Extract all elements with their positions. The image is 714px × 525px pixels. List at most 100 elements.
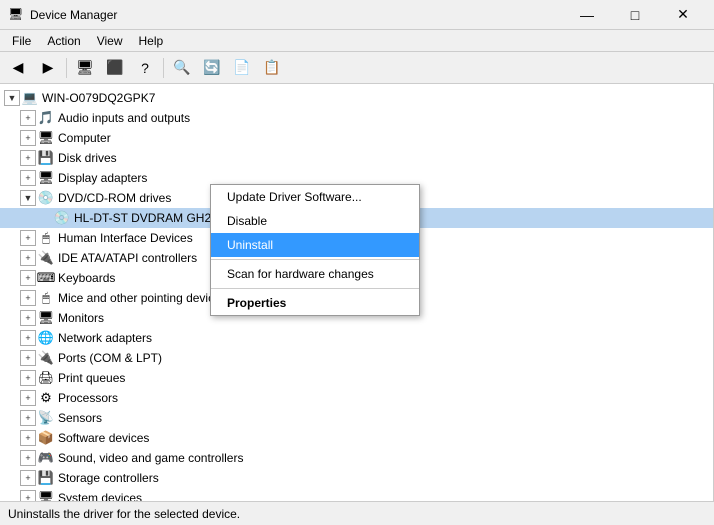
tree-icon-mice: 🖱 <box>38 290 54 306</box>
tree-icon-ports: 🔌 <box>38 350 54 366</box>
ctx-separator-sep1 <box>211 259 419 260</box>
tree-item-sensors[interactable]: +📡Sensors <box>0 408 713 428</box>
tree-item-root[interactable]: ▼💻 WIN-O079DQ2GPK7 <box>0 88 713 108</box>
toolbar-search[interactable]: 🔍 <box>168 55 196 81</box>
toolbar-back[interactable]: ◀ <box>4 55 32 81</box>
ctx-item-update[interactable]: Update Driver Software... <box>211 185 419 209</box>
tree-label-hid: Human Interface Devices <box>58 231 193 245</box>
expand-btn-monitors[interactable]: + <box>20 310 36 326</box>
expand-btn-keyboards[interactable]: + <box>20 270 36 286</box>
ctx-item-disable[interactable]: Disable <box>211 209 419 233</box>
tree-icon-audio: 🎵 <box>38 110 54 126</box>
expand-btn-print[interactable]: + <box>20 370 36 386</box>
menu-item-action[interactable]: Action <box>39 32 88 50</box>
title-bar-text: Device Manager <box>30 8 564 22</box>
expand-btn-processors[interactable]: + <box>20 390 36 406</box>
tree-icon-disk: 💾 <box>38 150 54 166</box>
expand-btn-computer[interactable]: + <box>20 130 36 146</box>
maximize-button[interactable]: □ <box>612 0 658 30</box>
expand-btn-network[interactable]: + <box>20 330 36 346</box>
toolbar-prop[interactable]: 📋 <box>258 55 286 81</box>
tree-item-audio[interactable]: +🎵Audio inputs and outputs <box>0 108 713 128</box>
ctx-item-scan[interactable]: Scan for hardware changes <box>211 262 419 286</box>
tree-label-software: Software devices <box>58 431 149 445</box>
title-bar-controls: — □ ✕ <box>564 0 706 30</box>
tree-item-network[interactable]: +🌐Network adapters <box>0 328 713 348</box>
tree-label-disk: Disk drives <box>58 151 117 165</box>
tree-item-storage[interactable]: +💾 Storage controllers <box>0 468 713 488</box>
tree-item-print[interactable]: +🖨 Print queues <box>0 368 713 388</box>
expand-btn-mice[interactable]: + <box>20 290 36 306</box>
tree-item-system[interactable]: +🖥 System devices <box>0 488 713 501</box>
expand-btn-sound[interactable]: + <box>20 450 36 466</box>
ctx-item-properties[interactable]: Properties <box>211 291 419 315</box>
tree-label-keyboards: Keyboards <box>58 271 115 285</box>
title-bar: 🖥 Device Manager — □ ✕ <box>0 0 714 30</box>
menu-item-help[interactable]: Help <box>131 32 172 50</box>
tree-label-computer: Computer <box>58 131 111 145</box>
tree-icon-computer: 🖥 <box>38 130 54 146</box>
app-icon: 🖥 <box>8 7 24 23</box>
tree-label-network: Network adapters <box>58 331 152 345</box>
expand-btn-hid[interactable]: + <box>20 230 36 246</box>
tree-item-software[interactable]: +📦Software devices <box>0 428 713 448</box>
tree-item-processors[interactable]: +⚙ Processors <box>0 388 713 408</box>
tree-label-ide: IDE ATA/ATAPI controllers <box>58 251 197 265</box>
menu-item-view[interactable]: View <box>89 32 131 50</box>
toolbar-stop[interactable]: ⬛ <box>101 55 129 81</box>
toolbar-help[interactable]: ? <box>131 55 159 81</box>
toolbar-sep-2 <box>163 58 164 78</box>
tree-icon-sound: 🎮 <box>38 450 54 466</box>
expand-btn-ide[interactable]: + <box>20 250 36 266</box>
tree-icon-system: 🖥 <box>38 490 54 501</box>
tree-label-processors: Processors <box>58 391 118 405</box>
expand-btn-display[interactable]: + <box>20 170 36 186</box>
toolbar-forward[interactable]: ▶ <box>34 55 62 81</box>
context-menu: Update Driver Software...DisableUninstal… <box>210 184 420 316</box>
tree-icon-root: 💻 <box>22 90 38 106</box>
tree-label-sensors: Sensors <box>58 411 102 425</box>
tree-item-computer[interactable]: +🖥 Computer <box>0 128 713 148</box>
toolbar-computer[interactable]: 🖥 <box>71 55 99 81</box>
status-bar: Uninstalls the driver for the selected d… <box>0 501 714 525</box>
expand-btn-disk[interactable]: + <box>20 150 36 166</box>
tree-label-storage: Storage controllers <box>58 471 159 485</box>
menu-bar: FileActionViewHelp <box>0 30 714 52</box>
tree-label-dvd: DVD/CD-ROM drives <box>58 191 171 205</box>
ctx-separator-sep2 <box>211 288 419 289</box>
tree-label-system: System devices <box>58 491 142 501</box>
expand-btn-software[interactable]: + <box>20 430 36 446</box>
tree-label-root: WIN-O079DQ2GPK7 <box>42 91 155 105</box>
toolbar: ◀ ▶ 🖥 ⬛ ? 🔍 🔄 📄 📋 <box>0 52 714 84</box>
minimize-button[interactable]: — <box>564 0 610 30</box>
menu-item-file[interactable]: File <box>4 32 39 50</box>
expand-btn-system[interactable]: + <box>20 490 36 501</box>
ctx-item-uninstall[interactable]: Uninstall <box>211 233 419 257</box>
tree-label-sound: Sound, video and game controllers <box>58 451 243 465</box>
tree-label-monitors: Monitors <box>58 311 104 325</box>
tree-icon-processors: ⚙ <box>38 390 54 406</box>
toolbar-doc[interactable]: 📄 <box>228 55 256 81</box>
tree-icon-ide: 🔌 <box>38 250 54 266</box>
tree-item-ports[interactable]: +🔌 Ports (COM & LPT) <box>0 348 713 368</box>
expand-btn-root[interactable]: ▼ <box>4 90 20 106</box>
close-button[interactable]: ✕ <box>660 0 706 30</box>
expand-btn-ports[interactable]: + <box>20 350 36 366</box>
tree-icon-hid: 🖱 <box>38 230 54 246</box>
expand-btn-sensors[interactable]: + <box>20 410 36 426</box>
tree-item-sound[interactable]: +🎮 Sound, video and game controllers <box>0 448 713 468</box>
status-text: Uninstalls the driver for the selected d… <box>8 507 240 521</box>
tree-icon-storage: 💾 <box>38 470 54 486</box>
toolbar-refresh[interactable]: 🔄 <box>198 55 226 81</box>
tree-icon-keyboards: ⌨ <box>38 270 54 286</box>
tree-label-print: Print queues <box>58 371 125 385</box>
expand-btn-storage[interactable]: + <box>20 470 36 486</box>
expand-btn-audio[interactable]: + <box>20 110 36 126</box>
tree-item-disk[interactable]: +💾 Disk drives <box>0 148 713 168</box>
expand-btn-dvd[interactable]: ▼ <box>20 190 36 206</box>
tree-icon-monitors: 🖥 <box>38 310 54 326</box>
main-area: ▼💻WIN-O079DQ2GPK7+🎵Audio inputs and outp… <box>0 84 714 501</box>
tree-label-ports: Ports (COM & LPT) <box>58 351 162 365</box>
tree-icon-print: 🖨 <box>38 370 54 386</box>
tree-icon-hldt: 💿 <box>54 210 70 226</box>
